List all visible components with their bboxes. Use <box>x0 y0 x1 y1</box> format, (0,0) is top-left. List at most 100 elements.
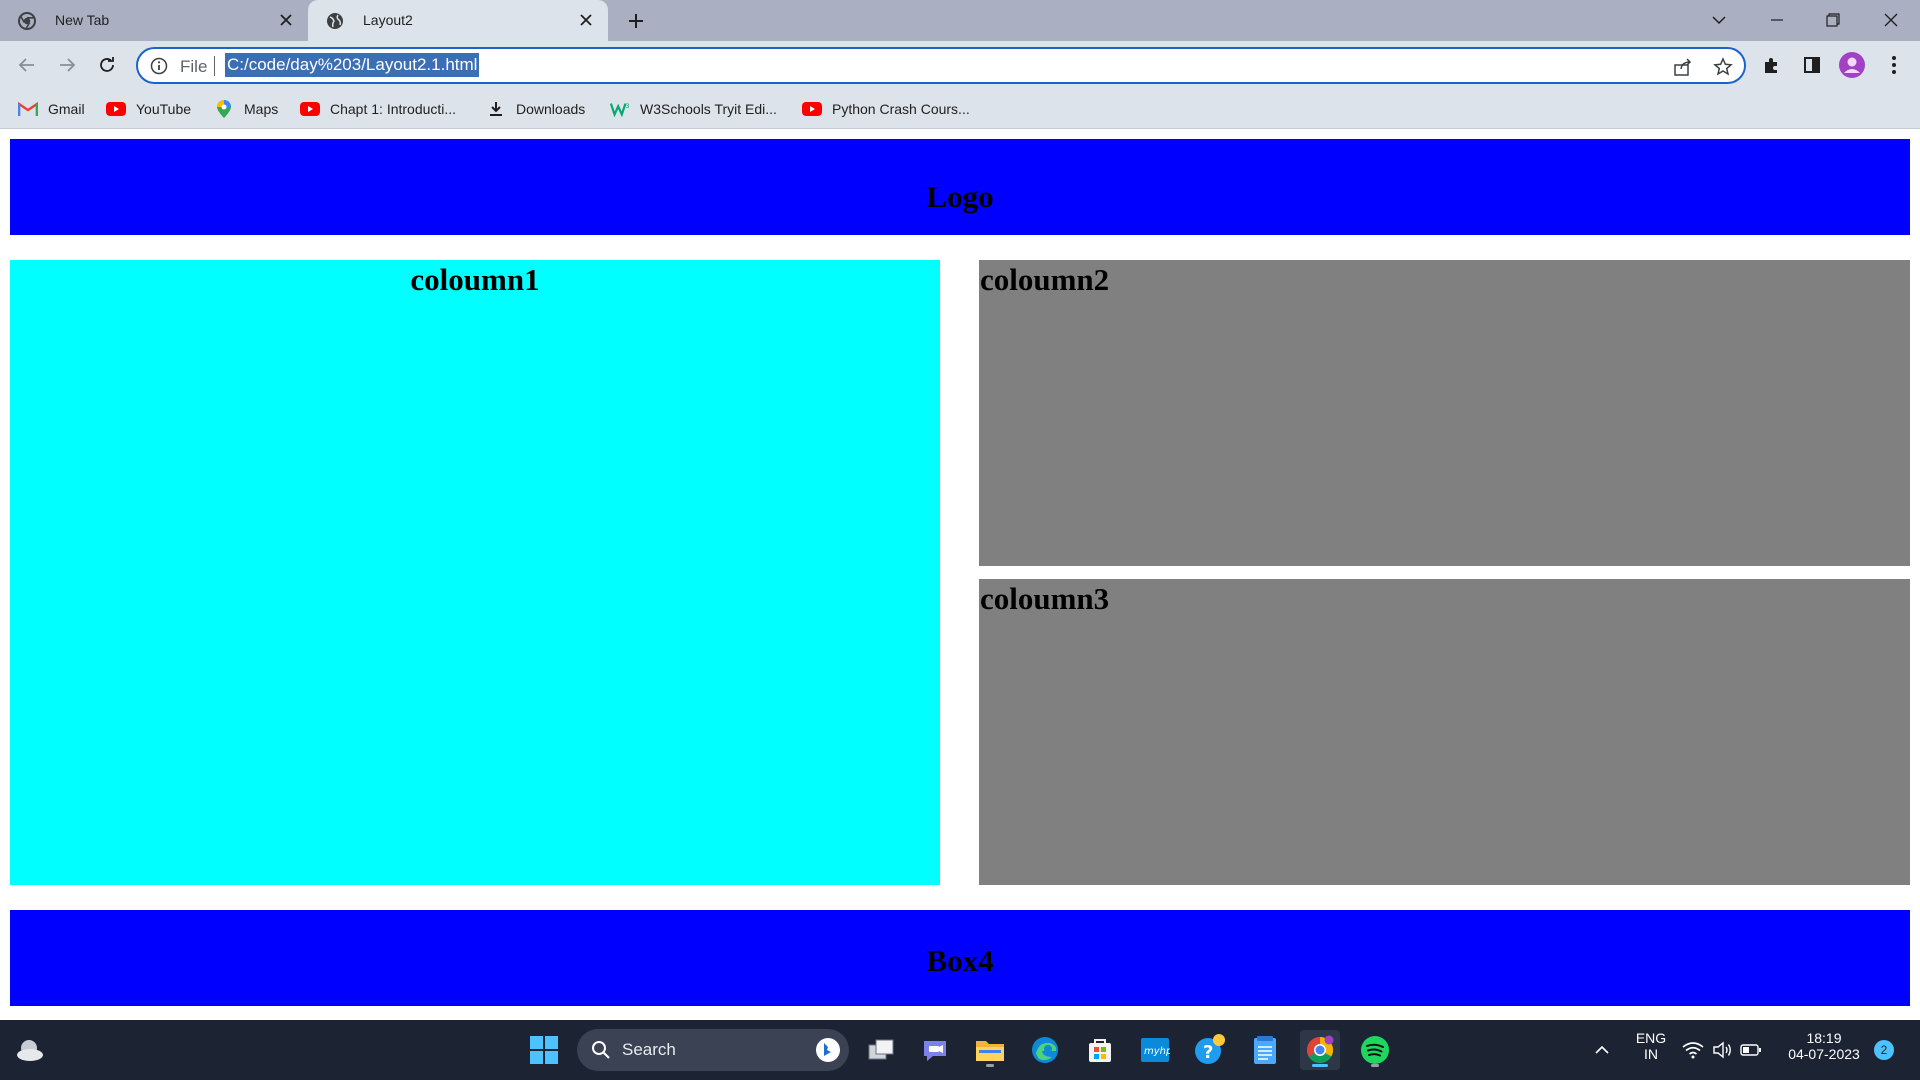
tab-title: Layout2 <box>363 12 413 28</box>
weather-widget[interactable] <box>10 1030 50 1070</box>
restore-icon <box>1826 13 1840 27</box>
language-indicator[interactable]: ENG IN <box>1628 1030 1674 1062</box>
clock[interactable]: 18:19 04-07-2023 <box>1782 1030 1866 1062</box>
bookmark-downloads[interactable]: Downloads <box>486 97 585 121</box>
volume-icon <box>1713 1041 1731 1059</box>
restore-button[interactable] <box>1818 6 1848 34</box>
taskbar-search[interactable]: Search <box>577 1029 849 1071</box>
spotify-app[interactable] <box>1355 1030 1395 1070</box>
myhp-app[interactable]: myhp <box>1135 1030 1175 1070</box>
kebab-menu-icon <box>1892 56 1896 74</box>
chrome-app[interactable] <box>1300 1030 1340 1070</box>
profile-avatar[interactable] <box>1838 51 1866 79</box>
svg-text:3: 3 <box>625 103 629 110</box>
svg-text:?: ? <box>1203 1042 1213 1063</box>
url-text[interactable]: C:/code/day%203/Layout2.1.html <box>225 53 480 77</box>
clock-date: 04-07-2023 <box>1788 1046 1860 1062</box>
bookmarks-bar: Gmail YouTube Maps Chapt 1: Introducti..… <box>0 89 1920 129</box>
bookmark-label: Downloads <box>516 101 586 117</box>
tab-new-tab[interactable]: New Tab <box>0 0 308 41</box>
forward-button[interactable] <box>53 51 81 79</box>
tab-strip: New Tab Layout2 <box>0 0 1920 41</box>
bookmark-maps[interactable]: Maps <box>214 97 278 121</box>
close-icon <box>1884 13 1898 27</box>
arrow-left-icon <box>18 58 34 72</box>
start-button[interactable] <box>524 1030 564 1070</box>
bookmark-python-crash-course[interactable]: Python Crash Cours... <box>802 97 970 121</box>
info-icon[interactable] <box>150 57 168 75</box>
column3-box: coloumn3 <box>979 579 1910 885</box>
close-icon[interactable] <box>576 10 596 30</box>
chrome-icon <box>1306 1035 1334 1064</box>
box4-heading: Box4 <box>926 943 994 978</box>
active-indicator <box>1312 1064 1328 1067</box>
show-hidden-icons-button[interactable] <box>1582 1030 1622 1070</box>
reload-icon <box>100 57 114 72</box>
close-icon[interactable] <box>276 10 296 30</box>
menu-button[interactable] <box>1880 51 1908 79</box>
bookmark-label: Chapt 1: Introducti... <box>330 101 457 117</box>
column2-box: coloumn2 <box>979 260 1910 566</box>
logo-heading: Logo <box>926 179 994 214</box>
tab-search-button[interactable] <box>1704 6 1734 34</box>
edge-icon <box>1032 1037 1058 1063</box>
teams-chat-app[interactable] <box>915 1030 955 1070</box>
side-panel-button[interactable] <box>1798 51 1826 79</box>
bookmark-label: Python Crash Cours... <box>832 101 970 117</box>
close-window-button[interactable] <box>1876 6 1906 34</box>
search-label: Search <box>622 1040 676 1059</box>
task-view-button[interactable] <box>861 1030 901 1070</box>
bookmark-star-icon[interactable] <box>1712 56 1734 78</box>
side-panel-icon <box>1804 57 1820 73</box>
microsoft-store-app[interactable] <box>1080 1030 1120 1070</box>
maps-icon <box>214 99 234 119</box>
get-help-app[interactable]: ? <box>1190 1030 1230 1070</box>
language-code: ENG <box>1635 1030 1667 1046</box>
globe-icon <box>327 13 343 29</box>
back-button[interactable] <box>13 51 41 79</box>
reload-button[interactable] <box>93 51 121 79</box>
windows-icon <box>530 1036 558 1064</box>
divider <box>214 56 215 76</box>
store-icon <box>1089 1039 1111 1062</box>
bookmark-youtube[interactable]: YouTube <box>106 97 191 121</box>
bookmark-chapt-1[interactable]: Chapt 1: Introducti... <box>300 97 456 121</box>
bookmark-label: YouTube <box>136 101 192 117</box>
puzzle-icon <box>1765 58 1777 73</box>
download-icon <box>486 99 506 119</box>
extensions-button[interactable] <box>1758 51 1786 79</box>
youtube-icon <box>802 99 822 119</box>
bookmark-w3schools[interactable]: 3 W3Schools Tryit Edi... <box>610 97 777 121</box>
myhp-icon: myhp <box>1141 1038 1170 1062</box>
file-explorer-app[interactable] <box>970 1030 1010 1070</box>
task-view-icon <box>868 1039 894 1060</box>
page-viewport: Logo coloumn1 coloumn2 coloumn3 Box4 <box>0 130 1920 1020</box>
column1-heading: coloumn1 <box>410 262 540 297</box>
bookmark-label: Gmail <box>48 101 85 117</box>
chrome-icon <box>18 12 36 30</box>
quick-settings-button[interactable] <box>1676 1030 1768 1070</box>
tab-title: New Tab <box>55 12 110 28</box>
notepad-app[interactable] <box>1245 1030 1285 1070</box>
bookmark-label: Maps <box>244 101 279 117</box>
folder-icon <box>976 1041 1004 1061</box>
bookmark-gmail[interactable]: Gmail <box>18 97 85 121</box>
minimize-button[interactable] <box>1762 6 1792 34</box>
notification-badge[interactable]: 2 <box>1874 1040 1894 1060</box>
browser-toolbar: File C:/code/day%203/Layout2.1.html <box>0 41 1920 89</box>
share-icon[interactable] <box>1672 56 1694 78</box>
column3-heading: coloumn3 <box>980 581 1110 616</box>
tab-layout2[interactable]: Layout2 <box>308 0 608 41</box>
edge-app[interactable] <box>1025 1030 1065 1070</box>
arrow-right-icon <box>60 58 76 72</box>
chat-icon <box>924 1041 946 1061</box>
bing-icon[interactable] <box>815 1037 841 1063</box>
new-tab-button[interactable] <box>624 9 648 33</box>
plus-icon <box>629 14 643 28</box>
notepad-icon <box>1254 1036 1276 1064</box>
address-bar[interactable]: File C:/code/day%203/Layout2.1.html <box>136 47 1746 84</box>
help-icon: ? <box>1195 1034 1225 1064</box>
w3schools-icon: 3 <box>610 99 630 119</box>
running-indicator <box>986 1064 994 1067</box>
running-indicator <box>1371 1064 1379 1067</box>
